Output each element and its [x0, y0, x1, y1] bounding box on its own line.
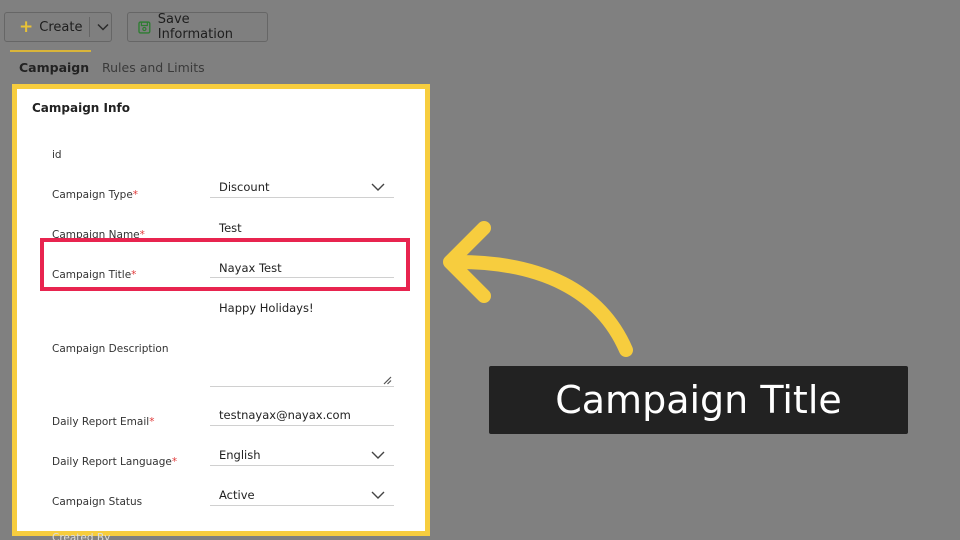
callout-text: Campaign Title: [555, 378, 842, 422]
callout-box: Campaign Title: [489, 366, 908, 434]
curved-arrow-icon: [443, 221, 633, 357]
